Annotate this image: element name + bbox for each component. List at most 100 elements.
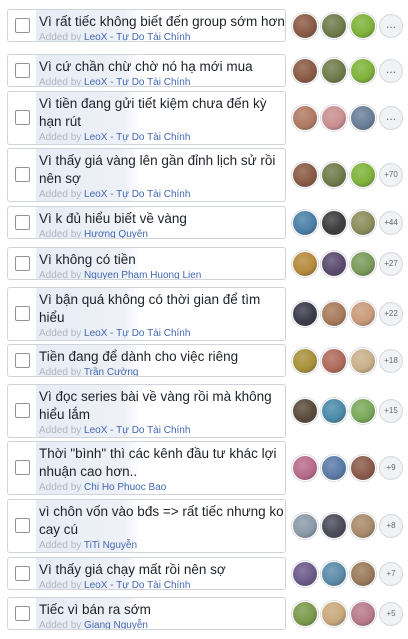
option-checkbox[interactable] [15,167,30,182]
author-link[interactable]: Nguyen Pham Huong Lien [84,270,201,279]
voter-avatar[interactable] [350,162,376,188]
poll-option[interactable]: Thời "bình" thì các kênh đầu tư khác lợi… [7,441,286,495]
more-options-button[interactable]: ... [379,13,403,38]
author-link[interactable]: LeoX - Tự Do Tài Chính [84,189,190,200]
voter-avatar[interactable] [350,560,376,587]
voter-avatar[interactable] [292,455,318,481]
poll-option[interactable]: Vì thấy giá chạy mất rồi nên sợ Added by … [7,557,286,590]
more-voters-count[interactable]: +15 [379,399,403,423]
author-link[interactable]: LeoX - Tự Do Tài Chính [84,132,190,143]
more-voters-count[interactable]: +9 [379,456,403,480]
added-by-prefix: Added by [39,367,82,377]
author-link[interactable]: Giang Nguyễn [84,620,148,629]
more-voters-count[interactable]: +7 [379,561,403,586]
voter-avatar[interactable] [350,513,376,539]
voter-avatar[interactable] [321,347,347,374]
option-checkbox[interactable] [15,62,30,78]
voter-avatar[interactable] [292,301,318,327]
option-checkbox[interactable] [15,565,30,581]
voter-avatar[interactable] [292,12,318,39]
author-link[interactable]: LeoX - Tự Do Tài Chính [84,328,190,339]
author-link[interactable]: TiTi Nguyễn [84,540,137,551]
poll-option[interactable]: Vì thấy giá vàng lên gần đỉnh lịch sử rồ… [7,148,286,202]
voter-avatars: +9 [292,455,403,481]
voter-avatar[interactable] [292,209,318,236]
poll-option[interactable]: vì chôn vốn vào bđs => rất tiếc nhưng ko… [7,499,286,553]
voter-avatar[interactable] [321,600,347,627]
option-label: Vì thấy giá vàng lên gần đỉnh lịch sử rồ… [39,153,276,168]
poll-option[interactable]: Tiền đang để dành cho việc riêng Added by… [7,344,286,377]
option-checkbox[interactable] [15,605,30,621]
voter-avatar[interactable] [350,398,376,424]
voter-avatar[interactable] [350,105,376,131]
option-checkbox[interactable] [15,460,30,475]
voter-avatar[interactable] [321,301,347,327]
voter-avatar[interactable] [321,162,347,188]
option-label: Vì tiền đang gửi tiết kiệm chưa đến kỳ [39,96,267,111]
author-link[interactable]: Hương Quyên [84,229,148,238]
voter-avatar[interactable] [292,347,318,374]
more-voters-count[interactable]: +22 [379,302,403,326]
poll-option[interactable]: Vì rất tiếc không biết đến group sớm hơn… [7,9,286,42]
poll-option[interactable]: Vì đọc series bài về vàng rồi mà không hi… [7,384,286,438]
voter-avatar[interactable] [350,301,376,327]
voter-avatar[interactable] [321,560,347,587]
more-voters-count[interactable]: +70 [379,163,403,187]
more-voters-count[interactable]: +8 [379,514,403,538]
voter-avatar[interactable] [292,398,318,424]
poll-option[interactable]: Vì cứ chần chừ chờ nó hạ mới mua Added by… [7,54,286,87]
voter-avatar[interactable] [292,162,318,188]
voter-avatar[interactable] [350,12,376,39]
more-voters-count[interactable]: +18 [379,348,403,373]
voter-avatar[interactable] [350,250,376,277]
poll-option-row: vì chôn vốn vào bđs => rất tiếc nhưng ko… [7,499,403,553]
poll-option[interactable]: Vì tiền đang gửi tiết kiệm chưa đến kỳ hạ… [7,91,286,145]
poll-option[interactable]: Vì bận quá không có thời gian để tìm hiểu… [7,287,286,341]
voter-avatar[interactable] [350,209,376,236]
voter-avatar[interactable] [350,455,376,481]
voter-avatar[interactable] [292,513,318,539]
voter-avatar[interactable] [321,12,347,39]
option-checkbox[interactable] [15,255,30,271]
voter-avatar[interactable] [292,105,318,131]
option-checkbox[interactable] [15,214,30,230]
author-link[interactable]: LeoX - Tự Do Tài Chính [84,77,190,86]
more-voters-count[interactable]: +44 [379,210,403,235]
option-checkbox[interactable] [15,518,30,533]
author-link[interactable]: Trần Cường [84,367,139,376]
option-checkbox[interactable] [15,403,30,418]
poll-option-row: Vì tiền đang gửi tiết kiệm chưa đến kỳ hạ… [7,91,403,145]
option-checkbox[interactable] [15,17,30,33]
author-link[interactable]: LeoX - Tự Do Tài Chính [84,425,190,436]
more-voters-count[interactable]: +27 [379,251,403,276]
voter-avatar[interactable] [321,455,347,481]
more-options-button[interactable]: ... [379,106,403,130]
added-by-prefix: Added by [39,270,82,280]
option-label: Vì cứ chần chừ chờ nó hạ mới mua [39,59,253,74]
option-checkbox[interactable] [15,306,30,321]
author-link[interactable]: Chi Ho Phuoc Bao [84,482,166,493]
voter-avatar[interactable] [321,398,347,424]
voter-avatar[interactable] [350,347,376,374]
poll-option[interactable]: Vì không có tiền Added by Nguyen Pham Huo… [7,247,286,280]
more-voters-count[interactable]: +5 [379,601,403,626]
voter-avatar[interactable] [321,209,347,236]
option-checkbox[interactable] [15,110,30,125]
voter-avatar[interactable] [321,250,347,277]
voter-avatar[interactable] [321,105,347,131]
poll-option-row: Tiếc vì bán ra sớm Added by Giang Nguyễn +… [7,597,403,630]
voter-avatar[interactable] [321,57,347,84]
voter-avatar[interactable] [292,560,318,587]
more-options-button[interactable]: ... [379,58,403,83]
voter-avatar[interactable] [292,57,318,84]
voter-avatar[interactable] [350,57,376,84]
option-checkbox[interactable] [15,352,30,368]
voter-avatar[interactable] [292,600,318,627]
author-link[interactable]: LeoX - Tự Do Tài Chính [84,580,190,589]
voter-avatar[interactable] [321,513,347,539]
voter-avatar[interactable] [350,600,376,627]
poll-option[interactable]: Tiếc vì bán ra sớm Added by Giang Nguyễn [7,597,286,630]
poll-option[interactable]: Vì k đủ hiểu biết về vàng Added by Hương … [7,206,286,239]
voter-avatar[interactable] [292,250,318,277]
author-link[interactable]: LeoX - Tự Do Tài Chính [84,32,190,41]
